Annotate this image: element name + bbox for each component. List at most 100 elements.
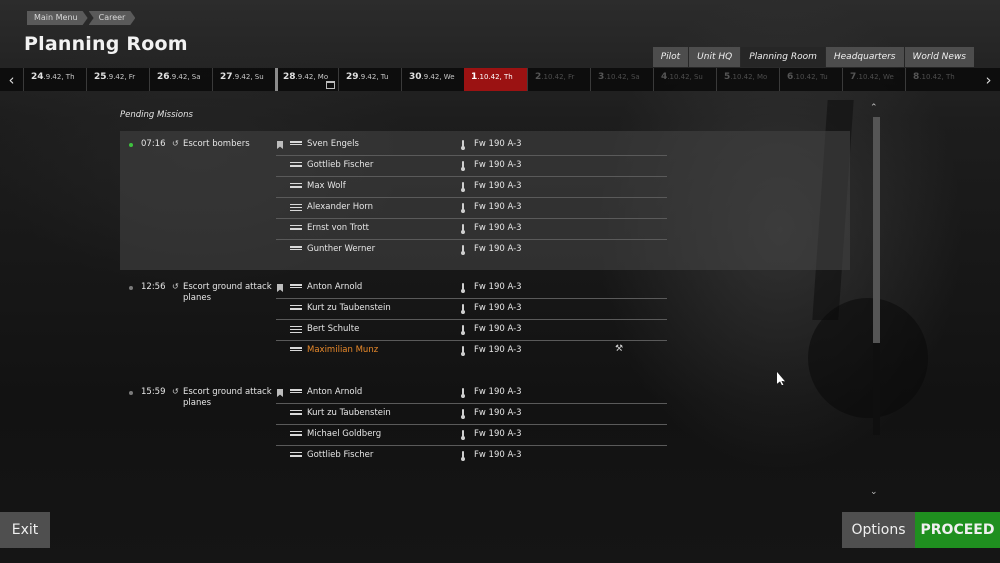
aircraft-name: Fw 190 A-3 — [474, 181, 522, 191]
date-day: 30 — [409, 72, 422, 82]
date-item[interactable]: 26.9.42, Sa — [149, 68, 212, 91]
aircraft-icon — [461, 182, 465, 192]
pilot-row[interactable]: Maximilian Munz Fw 190 A-3 ⚒ — [276, 341, 667, 362]
rank-insignia-icon — [290, 410, 302, 418]
pilot-row[interactable]: Max Wolf Fw 190 A-3 — [276, 177, 667, 198]
pilot-row[interactable]: Gunther Werner Fw 190 A-3 — [276, 240, 667, 261]
aircraft-name: Fw 190 A-3 — [474, 303, 522, 313]
date-item[interactable]: 28.9.42, Mo — [275, 68, 338, 91]
date-rest: .10.42, Fr — [541, 73, 575, 81]
pilot-row[interactable]: Kurt zu Taubenstein Fw 190 A-3 — [276, 299, 667, 320]
date-rest: .9.42, Tu — [358, 73, 389, 81]
aircraft-name: Fw 190 A-3 — [474, 244, 522, 254]
pilot-row[interactable]: Gottlieb Fischer Fw 190 A-3 — [276, 156, 667, 177]
mission-type: Escort ground attack planes — [183, 282, 272, 303]
date-item[interactable]: 29.9.42, Tu — [338, 68, 401, 91]
date-day: 27 — [220, 72, 233, 82]
rank-insignia-icon — [290, 183, 302, 191]
aircraft-icon — [461, 304, 465, 314]
rank-insignia-icon — [290, 326, 302, 334]
rank-insignia-icon — [290, 431, 302, 439]
mission-list: Pending Missions 07:16 ↺ Escort bombers Sve… — [0, 91, 1000, 511]
date-prev-icon[interactable]: ‹ — [0, 68, 23, 91]
mission-status-dot — [129, 143, 133, 147]
scrollbar-thumb[interactable] — [873, 117, 880, 343]
aircraft-icon — [461, 430, 465, 440]
aircraft-icon — [461, 325, 465, 335]
aircraft-name: Fw 190 A-3 — [474, 223, 522, 233]
date-rest: .9.42, Fr — [106, 73, 136, 81]
breadcrumb-career[interactable]: Career — [89, 11, 136, 25]
mission-group[interactable]: 07:16 ↺ Escort bombers Sven Engels Fw 190 A-… — [120, 131, 850, 270]
mission-type-icon: ↺ — [172, 387, 179, 396]
pilot-row[interactable]: Gottlieb Fischer Fw 190 A-3 — [276, 446, 667, 467]
proceed-button[interactable]: PROCEED — [915, 512, 1000, 548]
date-item[interactable]: 30.9.42, We — [401, 68, 464, 91]
date-bar: ‹ 24.9.42, Th 25.9.42, Fr 26.9.42, Sa 27.9.… — [0, 68, 1000, 91]
pilot-name: Michael Goldberg — [307, 429, 382, 439]
rank-insignia-icon — [290, 141, 302, 149]
date-item[interactable]: 27.9.42, Su — [212, 68, 275, 91]
date-item[interactable]: 8.10.42, Th — [905, 68, 968, 91]
rank-insignia-icon — [290, 162, 302, 170]
date-rest: .9.42, Sa — [169, 73, 201, 81]
date-item[interactable]: 4.10.42, Su — [653, 68, 716, 91]
aircraft-name: Fw 190 A-3 — [474, 429, 522, 439]
date-item[interactable]: 6.10.42, Tu — [779, 68, 842, 91]
mission-time: 07:16 — [141, 139, 166, 149]
date-item[interactable]: 24.9.42, Th — [23, 68, 86, 91]
date-day: 26 — [157, 72, 170, 82]
aircraft-name: Fw 190 A-3 — [474, 324, 522, 334]
pilot-row[interactable]: Anton Arnold Fw 190 A-3 — [276, 383, 667, 404]
mission-status-dot — [129, 286, 133, 290]
tab-world-news[interactable]: World News — [904, 47, 974, 67]
date-day: 24 — [31, 72, 44, 82]
aircraft-icon — [461, 245, 465, 255]
date-item[interactable]: 5.10.42, Mo — [716, 68, 779, 91]
section-title: Pending Missions — [120, 110, 193, 120]
date-next-icon[interactable]: › — [977, 68, 1000, 91]
tab-unit-hq[interactable]: Unit HQ — [689, 47, 741, 67]
date-item[interactable]: 1.10.42, Th — [464, 68, 527, 91]
breadcrumb-main-menu[interactable]: Main Menu — [27, 11, 88, 25]
aircraft-icon — [461, 224, 465, 234]
aircraft-name: Fw 190 A-3 — [474, 202, 522, 212]
exit-button[interactable]: Exit — [0, 512, 50, 548]
date-item[interactable]: 2.10.42, Fr — [527, 68, 590, 91]
wrench-icon[interactable]: ⚒ — [615, 344, 623, 354]
date-item[interactable]: 25.9.42, Fr — [86, 68, 149, 91]
pilot-row[interactable]: Ernst von Trott Fw 190 A-3 — [276, 219, 667, 240]
pilot-row[interactable]: Bert Schulte Fw 190 A-3 — [276, 320, 667, 341]
aircraft-icon — [461, 346, 465, 356]
date-day: 29 — [346, 72, 359, 82]
rank-insignia-icon — [290, 452, 302, 460]
date-rest: .9.42, Mo — [295, 73, 329, 81]
options-button[interactable]: Options — [842, 512, 915, 548]
rank-insignia-icon — [290, 347, 302, 355]
date-item[interactable]: 3.10.42, Sa — [590, 68, 653, 91]
calendar-icon — [326, 81, 335, 89]
tab-planning-room[interactable]: Planning Room — [741, 47, 825, 67]
scroll-up-icon[interactable]: ⌃ — [870, 103, 878, 113]
aircraft-icon — [461, 140, 465, 150]
mission-type: Escort bombers — [183, 139, 250, 149]
pilot-row[interactable]: Anton Arnold Fw 190 A-3 — [276, 278, 667, 299]
tab-pilot[interactable]: Pilot — [652, 47, 689, 67]
date-rest: .10.42, We — [856, 73, 894, 81]
mission-group[interactable]: 15:59 ↺ Escort ground attack planes Anton A… — [120, 383, 850, 467]
date-rest: .10.42, Su — [667, 73, 703, 81]
scrollbar[interactable] — [873, 117, 880, 435]
scroll-down-icon[interactable]: ⌄ — [870, 487, 878, 497]
pilot-row[interactable]: Sven Engels Fw 190 A-3 — [276, 135, 667, 156]
tab-headquarters[interactable]: Headquarters — [825, 47, 904, 67]
pilot-row[interactable]: Alexander Horn Fw 190 A-3 — [276, 198, 667, 219]
date-item[interactable]: 7.10.42, We — [842, 68, 905, 91]
aircraft-name: Fw 190 A-3 — [474, 387, 522, 397]
mission-group[interactable]: 12:56 ↺ Escort ground attack planes Anton A… — [120, 278, 850, 362]
aircraft-icon — [461, 409, 465, 419]
pilot-row[interactable]: Kurt zu Taubenstein Fw 190 A-3 — [276, 404, 667, 425]
pilot-name: Maximilian Munz — [307, 345, 379, 355]
rank-insignia-icon — [290, 389, 302, 397]
pilot-name: Kurt zu Taubenstein — [307, 408, 391, 418]
pilot-row[interactable]: Michael Goldberg Fw 190 A-3 — [276, 425, 667, 446]
